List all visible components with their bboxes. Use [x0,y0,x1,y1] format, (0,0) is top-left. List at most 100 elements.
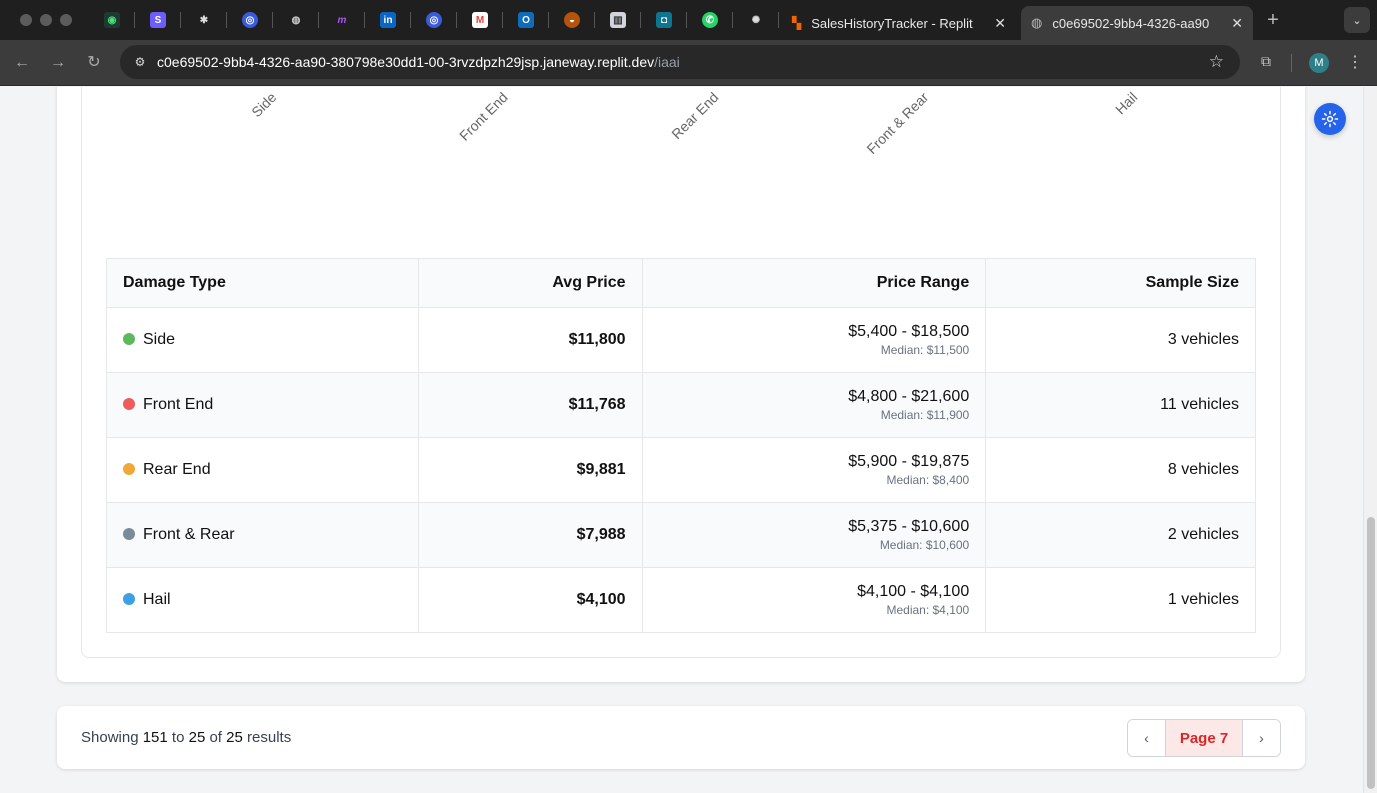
browser-toolbar: ← → ↻ ⚙ c0e69502-9bb4-4326-aa90-380798e3… [0,40,1377,86]
gear-icon [1321,110,1339,128]
tab-replit[interactable]: ▚ SalesHistoryTracker - Replit ✕ [782,6,1016,40]
legend-dot [123,593,135,605]
sample-size-cell: 11 vehicles [985,372,1256,438]
browser-menu-icon[interactable]: ⋮ [1346,52,1364,72]
s-logo-icon: S [150,12,166,28]
legend-dot [123,463,135,475]
pinned-tab-whatsapp[interactable]: ✆ [699,9,721,31]
robot-icon: ◘ [656,12,672,28]
sample-size-cell: 8 vehicles [985,437,1256,503]
pinned-tab-bank[interactable]: ▥ [607,9,629,31]
pinned-tab-robot[interactable]: ◘ [653,9,675,31]
chart-x-label: Front & Rear [863,89,932,157]
pinned-tab-s[interactable]: S [147,9,169,31]
replit-icon: ▚ [792,16,802,30]
pinned-tab-spiral-2[interactable]: ◎ [423,9,445,31]
sample-size-cell: 3 vehicles [985,307,1256,373]
price-range-value: $5,375 - $10,600 [848,518,970,535]
damage-type-table: Damage Type Avg Price Price Range Sample… [106,258,1256,633]
car-icon: ◒ [564,12,580,28]
chart-x-label: Rear End [668,89,722,143]
pinned-tab-linkedin[interactable]: in [377,9,399,31]
price-range-value: $5,400 - $18,500 [848,323,970,340]
damage-type-cell: Front & Rear [106,502,419,568]
page-scrollbar[interactable] [1363,87,1377,793]
window-minimize-dot[interactable] [40,14,52,26]
pinned-tab-eye[interactable]: ◉ [101,9,123,31]
profile-avatar[interactable]: M [1309,53,1329,73]
table-row: Hail $4,100 $4,100 - $4,100 Median: $4,10… [106,567,1256,633]
pinned-tab-bug[interactable]: ✱ [193,9,215,31]
pinned-tab-openai[interactable]: ✺ [745,9,767,31]
results-from: 151 [142,729,168,746]
bank-icon: ▥ [610,12,626,28]
column-header-avg-price[interactable]: Avg Price [417,258,643,308]
damage-type-label: Front End [143,396,214,413]
next-page-button[interactable]: › [1243,720,1280,756]
price-range-value: $4,100 - $4,100 [857,583,970,600]
url-path: /iaai [654,54,680,70]
price-range-value: $4,800 - $21,600 [848,388,970,405]
tab-close-icon[interactable]: ✕ [994,15,1006,32]
settings-fab[interactable] [1314,103,1346,135]
price-range-cell: $4,800 - $21,600 Median: $11,900 [641,372,987,438]
pinned-tab-globe[interactable]: ◍ [285,9,307,31]
openai-icon: ✺ [751,14,761,26]
pinned-tab-m[interactable]: m [331,9,353,31]
previous-page-button[interactable]: ‹ [1128,720,1165,756]
bookmark-star-icon[interactable]: ☆ [1209,52,1224,72]
table-row: Rear End $9,881 $5,900 - $19,875 Median: … [106,437,1256,503]
tab-active-app[interactable]: ◍ c0e69502-9bb4-4326-aa90 ✕ [1021,6,1253,40]
pinned-tab-car[interactable]: ◒ [561,9,583,31]
tab-active-title: c0e69502-9bb4-4326-aa90 [1052,15,1210,31]
eye-icon: ◉ [104,12,120,28]
spiral-icon: ◎ [426,12,442,28]
forward-arrow-icon[interactable]: → [46,51,70,75]
avg-price-cell: $4,100 [417,567,643,633]
url-text[interactable]: c0e69502-9bb4-4326-aa90-380798e30dd1-00-… [157,54,680,70]
price-range-cell: $5,900 - $19,875 Median: $8,400 [641,437,987,503]
globe-icon: ◍ [291,14,301,26]
pinned-tab-gmail[interactable]: M [469,9,491,31]
tab-search-button[interactable]: ⌄ [1344,7,1370,33]
price-range-cell: $4,100 - $4,100 Median: $4,100 [641,567,987,633]
column-header-sample-size[interactable]: Sample Size [985,258,1256,308]
reload-icon[interactable]: ↻ [82,51,106,75]
spiral-icon: ◎ [242,12,258,28]
results-to: 25 [188,729,206,746]
legend-dot [123,398,135,410]
median-value: Median: $10,600 [879,538,970,552]
column-header-price-range[interactable]: Price Range [641,258,987,308]
legend-dot [123,528,135,540]
median-value: Median: $8,400 [886,473,970,487]
m-logo-icon: m [337,14,347,26]
back-arrow-icon[interactable]: ← [10,51,34,75]
site-info-icon[interactable]: ⚙ [132,54,148,70]
median-value: Median: $11,500 [880,343,970,357]
sample-size-cell: 2 vehicles [985,502,1256,568]
window-close-dot[interactable] [20,14,32,26]
chevron-left-icon: ‹ [1144,730,1149,746]
table-header-row: Damage Type Avg Price Price Range Sample… [106,258,1256,308]
window-zoom-dot[interactable] [60,14,72,26]
whatsapp-icon: ✆ [702,12,718,28]
pinned-tab-spiral[interactable]: ◎ [239,9,261,31]
scrollbar-thumb[interactable] [1367,517,1375,789]
current-page-indicator[interactable]: Page 7 [1165,720,1243,756]
address-bar[interactable]: ⚙ c0e69502-9bb4-4326-aa90-380798e30dd1-0… [120,45,1240,79]
linkedin-icon: in [380,12,396,28]
browser-tab-bar: ◉ S ✱ ◎ ◍ m in ◎ M O ◒ ▥ ◘ ✆ ✺ ▚ SalesHi… [0,0,1377,40]
new-tab-button[interactable]: + [1262,9,1284,32]
damage-type-label: Front & Rear [143,526,235,543]
tab-close-icon[interactable]: ✕ [1231,15,1243,32]
extensions-icon[interactable]: ⧉ [1256,53,1276,73]
pinned-tab-outlook[interactable]: O [515,9,537,31]
damage-type-cell: Rear End [106,437,419,503]
chart-x-label: Front End [455,89,511,144]
median-value: Median: $11,900 [880,408,970,422]
median-value: Median: $4,100 [886,603,970,617]
column-header-damage-type[interactable]: Damage Type [106,258,419,308]
bug-icon: ✱ [199,14,209,26]
price-range-value: $5,900 - $19,875 [848,453,970,470]
damage-type-label: Hail [143,591,171,608]
